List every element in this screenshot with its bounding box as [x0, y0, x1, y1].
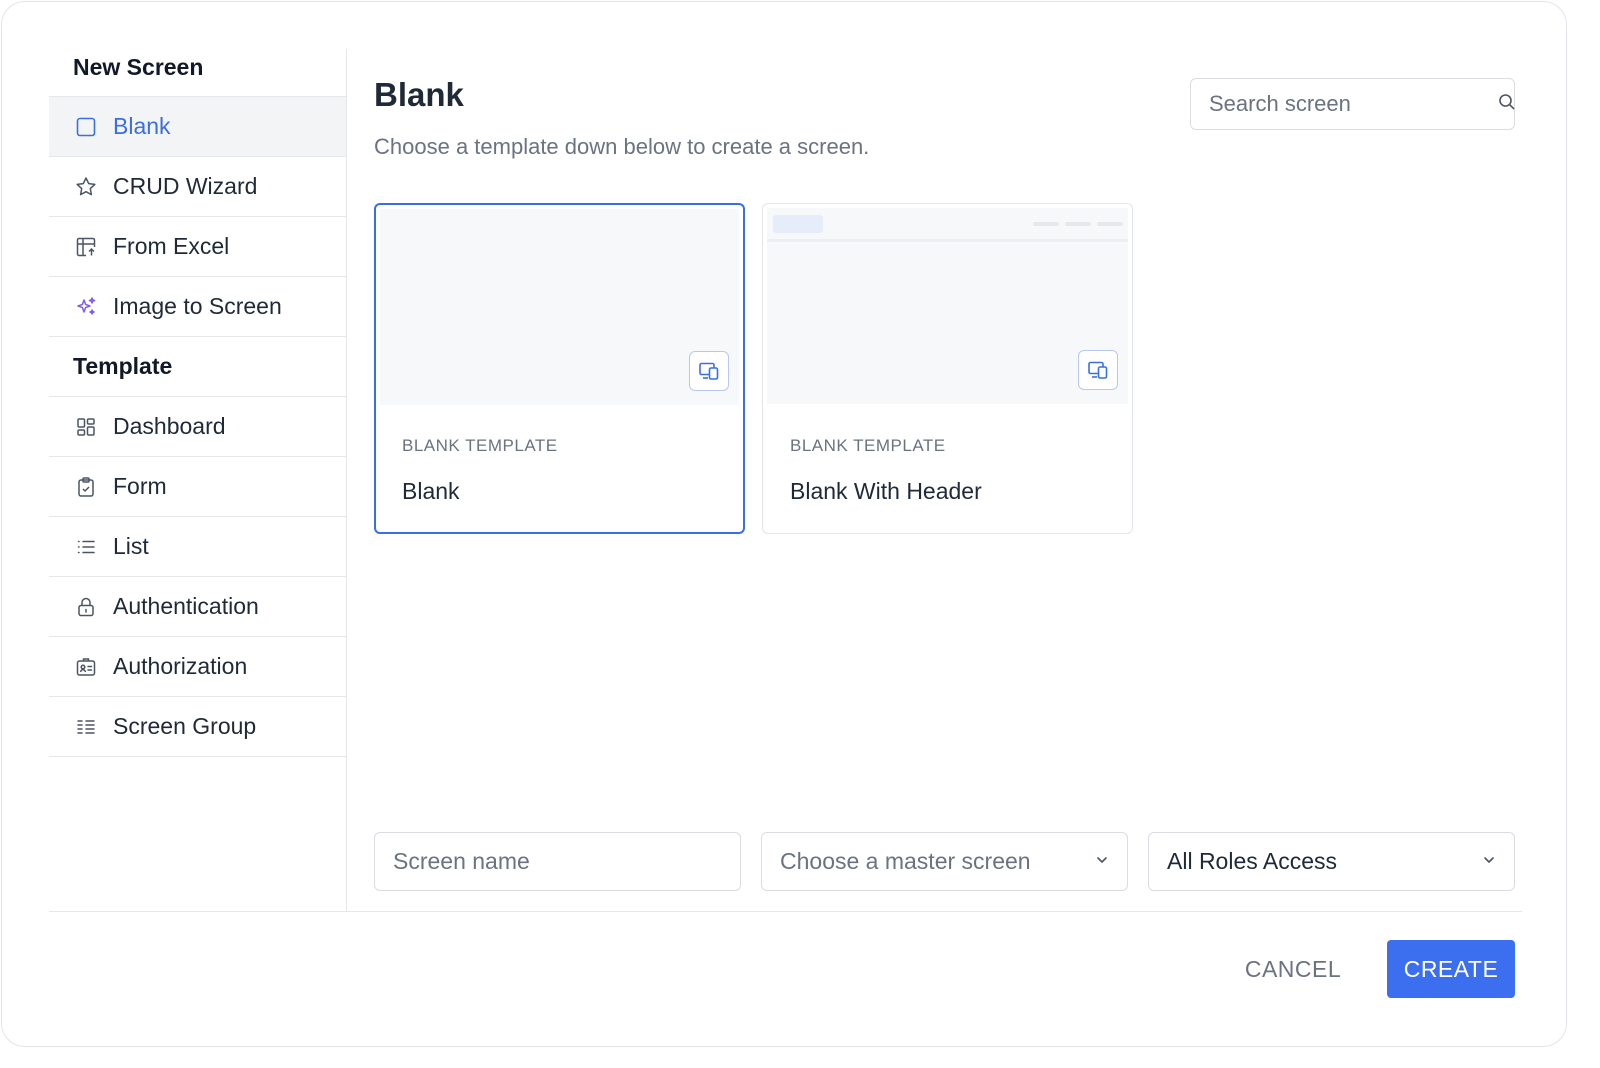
master-screen-select[interactable]: Choose a master screen: [761, 832, 1128, 891]
preview-logo: [773, 215, 823, 233]
sidebar-item-label: Form: [113, 473, 167, 499]
template-preview: [380, 209, 739, 405]
responsive-preview-button[interactable]: [1078, 350, 1118, 390]
sidebar-item-blank[interactable]: Blank: [49, 97, 346, 157]
chevron-down-icon: [1480, 848, 1498, 875]
sparkles-icon: [73, 294, 99, 320]
star-icon: [73, 174, 99, 200]
chevron-down-icon: [1093, 848, 1111, 875]
sidebar-heading-template: Template: [49, 337, 346, 397]
sidebar-item-label: List: [113, 533, 149, 559]
screen-name-field: [374, 832, 741, 891]
sidebar-item-dashboard[interactable]: Dashboard: [49, 397, 346, 457]
list-icon: [73, 534, 99, 560]
sidebar-item-crud-wizard[interactable]: CRUD Wizard: [49, 157, 346, 217]
card-title: Blank: [402, 478, 460, 504]
sidebar-item-form[interactable]: Form: [49, 457, 346, 517]
sidebar-item-from-excel[interactable]: From Excel: [49, 217, 346, 277]
sidebar-item-screen-group[interactable]: Screen Group: [49, 697, 346, 757]
dashboard-icon: [73, 414, 99, 440]
page-title: Blank: [374, 76, 464, 113]
sidebar-item-label: Image to Screen: [113, 293, 282, 319]
devices-icon: [699, 362, 719, 380]
template-card-blank-with-header[interactable]: BLANK TEMPLATE Blank With Header: [762, 203, 1133, 534]
footer-divider: [49, 911, 1522, 912]
devices-icon: [1088, 361, 1108, 379]
preview-nav-link: [1097, 222, 1123, 226]
preview-nav-link: [1065, 222, 1091, 226]
lock-icon: [73, 594, 99, 620]
sidebar-item-authorization[interactable]: Authorization: [49, 637, 346, 697]
search-input[interactable]: [1209, 91, 1497, 117]
page-subtitle: Choose a template down below to create a…: [374, 134, 870, 159]
screen-name-input[interactable]: [393, 848, 724, 875]
sidebar-item-label: Dashboard: [113, 413, 226, 439]
sidebar-item-label: CRUD Wizard: [113, 173, 258, 199]
sidebar-item-list[interactable]: List: [49, 517, 346, 577]
sidebar-item-image-to-screen[interactable]: Image to Screen: [49, 277, 346, 337]
sidebar-item-label: Blank: [113, 113, 171, 139]
table-upload-icon: [73, 234, 99, 260]
search-icon[interactable]: [1497, 92, 1517, 117]
sidebar-item-authentication[interactable]: Authentication: [49, 577, 346, 637]
grouped-list-icon: [73, 714, 99, 740]
clipboard-icon: [73, 474, 99, 500]
sidebar-item-label: Screen Group: [113, 713, 257, 739]
sidebar-item-label: From Excel: [113, 233, 230, 259]
sidebar-item-label: Authorization: [113, 653, 248, 679]
cancel-button[interactable]: CANCEL: [1228, 940, 1358, 998]
sidebar-item-label: Authentication: [113, 593, 259, 619]
sidebar-heading-new-screen: New Screen: [49, 49, 346, 97]
id-card-icon: [73, 654, 99, 680]
responsive-preview-button[interactable]: [689, 351, 729, 391]
preview-header: [767, 208, 1128, 242]
square-icon: [73, 114, 99, 140]
new-screen-dialog: New Screen Blank CRUD Wizard From Excel …: [1, 1, 1567, 1047]
template-card-blank[interactable]: BLANK TEMPLATE Blank: [374, 203, 745, 534]
preview-nav-link: [1033, 222, 1059, 226]
template-preview: [767, 208, 1128, 404]
master-screen-placeholder: Choose a master screen: [780, 848, 1031, 874]
card-kicker: BLANK TEMPLATE: [790, 436, 946, 455]
card-kicker: BLANK TEMPLATE: [402, 436, 558, 455]
create-button[interactable]: CREATE: [1387, 940, 1515, 998]
roles-access-value: All Roles Access: [1167, 848, 1338, 874]
sidebar: New Screen Blank CRUD Wizard From Excel …: [49, 49, 347, 912]
card-title: Blank With Header: [790, 478, 982, 504]
roles-access-select[interactable]: All Roles Access: [1148, 832, 1515, 891]
search-box: [1190, 78, 1515, 130]
